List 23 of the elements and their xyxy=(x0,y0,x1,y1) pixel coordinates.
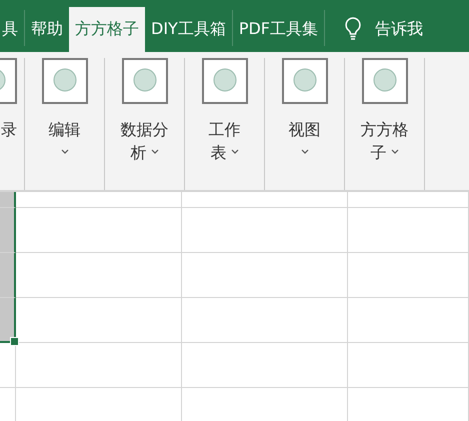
ribbon-button[interactable]: 数据分 析 xyxy=(120,58,168,164)
ribbon-button[interactable]: 方方格 子 xyxy=(360,58,408,164)
table-cell[interactable] xyxy=(0,192,16,208)
ribbon-tab[interactable]: PDF工具集 xyxy=(232,7,324,52)
ribbon-tab[interactable]: 具 xyxy=(0,7,24,52)
caret-icon xyxy=(300,149,308,155)
caret-icon xyxy=(230,149,238,155)
lightbulb-icon[interactable] xyxy=(342,16,363,42)
ribbon-tab[interactable]: 方方格子 xyxy=(69,7,145,52)
ribbon-button[interactable]: 视图 xyxy=(282,58,328,164)
ribbon-tab[interactable]: 帮助 xyxy=(25,7,69,52)
caret-icon xyxy=(60,149,68,155)
fill-handle[interactable] xyxy=(10,337,19,346)
tell-me-field[interactable]: 告诉我 xyxy=(374,19,423,40)
ribbon-button[interactable]: 编辑 xyxy=(42,58,88,164)
ribbon-tab[interactable]: DIY工具箱 xyxy=(145,7,232,52)
table-cell[interactable] xyxy=(0,208,16,253)
ribbon-button-label: 录 xyxy=(1,119,17,141)
caret-icon xyxy=(150,149,158,155)
table-cell[interactable] xyxy=(0,253,16,298)
ribbon-button[interactable]: 工作 表 xyxy=(202,58,248,164)
caret-icon xyxy=(390,149,398,155)
table-cell[interactable] xyxy=(0,298,16,343)
